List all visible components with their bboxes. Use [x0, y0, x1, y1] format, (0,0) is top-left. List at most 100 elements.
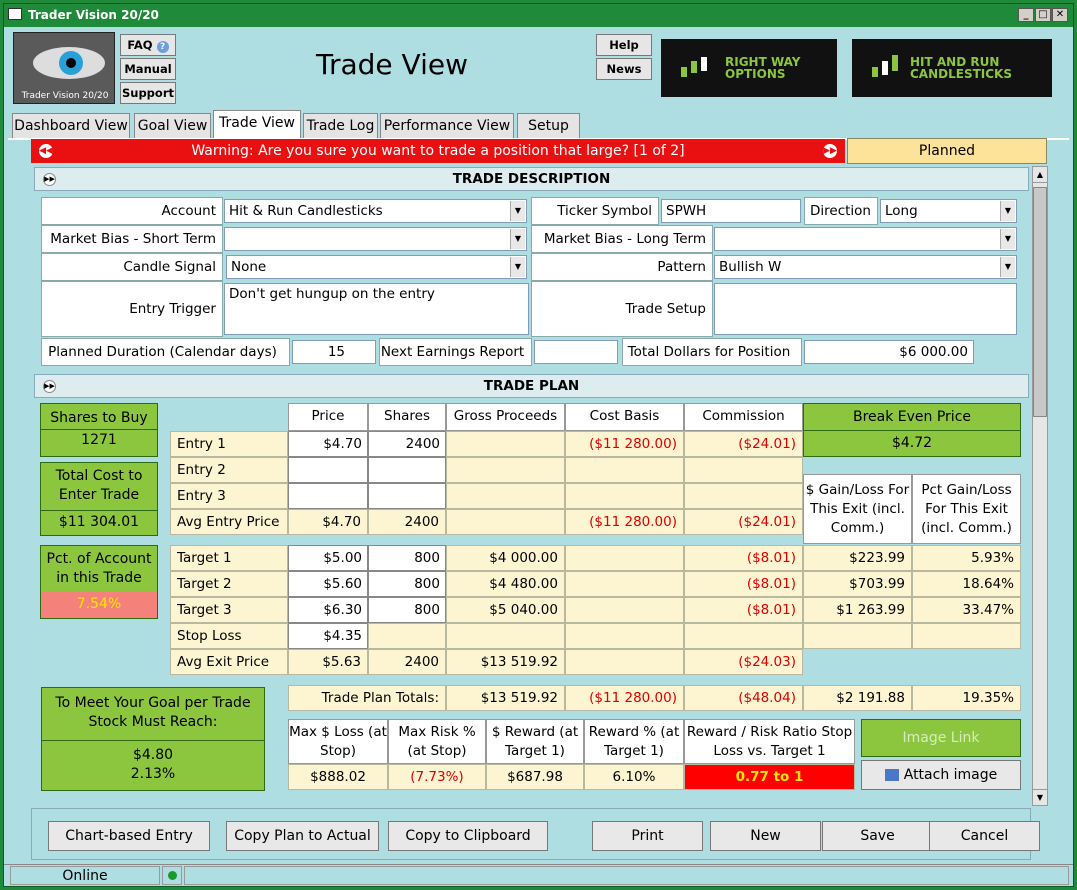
cancel-button[interactable]: Cancel [929, 821, 1040, 851]
bias-long-label: Market Bias - Long Term [531, 225, 713, 253]
collapse-icon[interactable]: ▶▶ [43, 173, 56, 186]
online-status: Online [10, 866, 160, 885]
chart-entry-button[interactable]: Chart-based Entry [48, 821, 210, 851]
status-light [162, 866, 182, 885]
save-button[interactable]: Save [822, 821, 933, 851]
direction-select[interactable]: Long ▼ [880, 199, 1017, 223]
ticker-label: Ticker Symbol [531, 197, 659, 225]
copy-plan-button[interactable]: Copy Plan to Actual [226, 821, 379, 851]
trade-setup-textarea[interactable] [714, 283, 1017, 335]
warning-text: Warning: Are you sure you want to trade … [191, 143, 685, 159]
minimize-button[interactable]: _ [1018, 8, 1034, 22]
entry1-shares-input[interactable]: 2400 [368, 431, 446, 457]
target2-gain: $703.99 [803, 571, 912, 597]
avg-exit-price: $5.63 [288, 649, 368, 675]
target3-price-input[interactable]: $6.30 [288, 597, 368, 623]
chevron-down-icon: ▼ [1000, 229, 1015, 249]
direction-label: Direction [804, 197, 878, 225]
faq-button[interactable]: FAQ ? [120, 34, 176, 56]
candlestick-icon [681, 57, 707, 77]
tab-setup[interactable]: Setup [517, 113, 580, 138]
entry3-comm [684, 483, 803, 509]
stop-gross [446, 623, 565, 649]
manual-button[interactable]: Manual [120, 58, 176, 80]
entry3-shares-input[interactable] [368, 483, 446, 509]
trade-description-header[interactable]: ▶▶ TRADE DESCRIPTION [34, 167, 1029, 191]
prev-warning-icon[interactable]: ◀◀ [39, 144, 53, 158]
avg-entry-gross [446, 509, 565, 535]
target2-pct: 18.64% [912, 571, 1021, 597]
maximize-button[interactable]: □ [1035, 8, 1051, 22]
image-icon [884, 769, 899, 781]
new-button[interactable]: New [710, 821, 821, 851]
break-even-box: Break Even Price $4.72 [803, 403, 1021, 457]
entry2-shares-input[interactable] [368, 457, 446, 483]
total-cost-value: $11 304.01 [41, 510, 157, 530]
help-button[interactable]: Help [596, 34, 652, 56]
image-link-button[interactable]: Image Link [861, 719, 1021, 757]
trade-setup-label: Trade Setup [531, 281, 713, 337]
support-button[interactable]: Support [120, 82, 176, 104]
duration-input[interactable]: 15 [292, 340, 376, 364]
close-button[interactable]: ✕ [1052, 8, 1068, 22]
tab-dashboard[interactable]: Dashboard View [12, 113, 130, 138]
tab-performance[interactable]: Performance View [380, 113, 514, 138]
collapse-icon[interactable]: ▶▶ [43, 380, 56, 393]
col-price: Price [288, 403, 368, 431]
col-gross: Gross Proceeds [446, 403, 565, 431]
account-label: Account [41, 197, 223, 225]
target2-price-input[interactable]: $5.60 [288, 571, 368, 597]
max-risk-value: (7.73%) [388, 764, 486, 790]
chevron-down-icon: ▼ [1000, 257, 1015, 277]
reward-header: $ Reward (at Target 1) [486, 719, 584, 764]
tab-trade-log[interactable]: Trade Log [303, 113, 378, 138]
tab-goal[interactable]: Goal View [134, 113, 211, 138]
row-label-target3: Target 3 [170, 597, 288, 623]
entry3-price-input[interactable] [288, 483, 368, 509]
goal-pct: 2.13% [130, 766, 176, 782]
account-select[interactable]: Hit & Run Candlesticks ▼ [224, 199, 527, 223]
avg-exit-comm: ($24.03) [684, 649, 803, 675]
target1-price-input[interactable]: $5.00 [288, 545, 368, 571]
print-button[interactable]: Print [592, 821, 703, 851]
trade-plan-header[interactable]: ▶▶ TRADE PLAN [34, 374, 1029, 398]
attach-image-button[interactable]: Attach image [861, 760, 1021, 790]
hit-and-run-banner[interactable]: HIT AND RUN CANDLESTICKS [852, 39, 1052, 97]
avg-exit-shares: 2400 [368, 649, 446, 675]
next-warning-icon[interactable]: ▶▶ [823, 144, 837, 158]
total-dollars-input[interactable]: $6 000.00 [804, 340, 974, 364]
stop-price-input[interactable]: $4.35 [288, 623, 368, 649]
totals-pct: 19.35% [912, 685, 1021, 711]
status-badge: Planned [847, 138, 1047, 164]
scroll-up-icon[interactable]: ▲ [1033, 167, 1047, 183]
bias-long-select[interactable]: ▼ [714, 227, 1017, 251]
entry2-price-input[interactable] [288, 457, 368, 483]
avg-entry-comm: ($24.01) [684, 509, 803, 535]
pct-account-value: 7.54% [41, 591, 157, 617]
entry2-cost [565, 457, 684, 483]
scroll-thumb[interactable] [1033, 187, 1047, 417]
tab-trade-view[interactable]: Trade View [213, 110, 301, 138]
news-button[interactable]: News [596, 58, 652, 80]
scroll-down-icon[interactable]: ▼ [1033, 789, 1047, 805]
totals-cost: ($11 280.00) [565, 685, 684, 711]
row-label-stop: Stop Loss [170, 623, 288, 649]
entry-trigger-textarea[interactable]: Don't get hungup on the entry [224, 283, 529, 335]
target3-shares-input[interactable]: 800 [368, 597, 446, 623]
target2-shares-input[interactable]: 800 [368, 571, 446, 597]
target1-shares-input[interactable]: 800 [368, 545, 446, 571]
entry1-price-input[interactable]: $4.70 [288, 431, 368, 457]
copy-clipboard-button[interactable]: Copy to Clipboard [388, 821, 548, 851]
goal-label: To Meet Your Goal per Trade Stock Must R… [55, 695, 251, 730]
entry2-comm [684, 457, 803, 483]
chevron-down-icon: ▼ [510, 257, 525, 277]
right-way-options-banner[interactable]: RIGHT WAY OPTIONS [661, 39, 837, 97]
chevron-down-icon: ▼ [510, 229, 525, 249]
max-loss-value: $888.02 [288, 764, 388, 790]
pattern-select[interactable]: Bullish W ▼ [714, 255, 1017, 279]
candle-select[interactable]: None ▼ [226, 255, 527, 279]
bias-short-select[interactable]: ▼ [224, 227, 527, 251]
earnings-input[interactable] [534, 340, 618, 364]
ticker-input[interactable]: SPWH [661, 199, 801, 223]
scrollbar[interactable]: ▲ ▼ [1032, 166, 1048, 806]
